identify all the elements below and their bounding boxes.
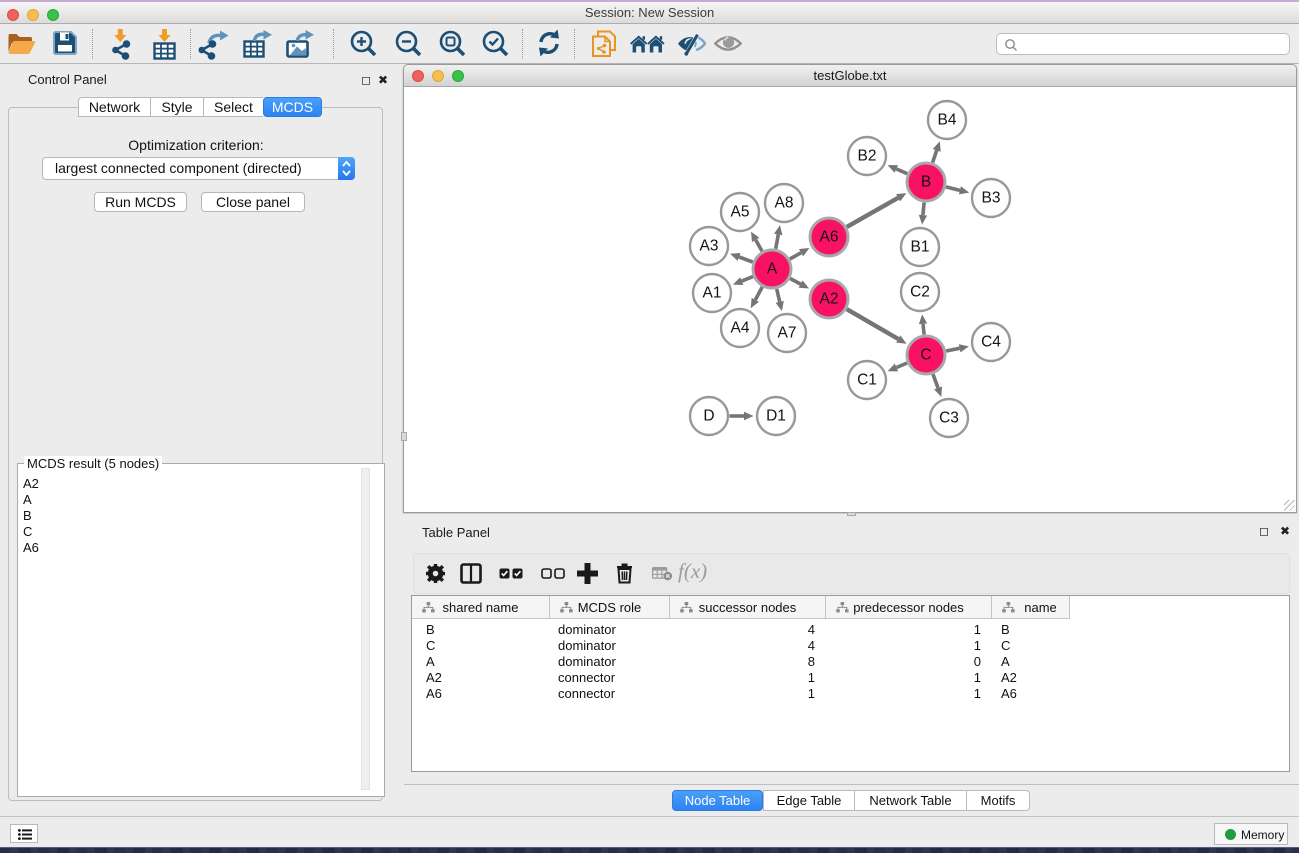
svg-text:A7: A7: [778, 325, 797, 342]
svg-text:B1: B1: [911, 239, 930, 256]
svg-text:A6: A6: [820, 229, 839, 246]
svg-text:D: D: [703, 408, 714, 425]
svg-text:A3: A3: [700, 238, 719, 255]
svg-text:A4: A4: [731, 320, 750, 337]
svg-text:C1: C1: [857, 372, 877, 389]
svg-text:A: A: [767, 261, 778, 278]
svg-text:A5: A5: [731, 204, 750, 221]
svg-text:C: C: [920, 347, 931, 364]
svg-text:A1: A1: [703, 285, 722, 302]
svg-text:B3: B3: [982, 190, 1001, 207]
svg-text:C3: C3: [939, 410, 959, 427]
svg-text:C2: C2: [910, 284, 930, 301]
svg-text:C4: C4: [981, 334, 1001, 351]
svg-text:B2: B2: [858, 148, 877, 165]
svg-text:B4: B4: [938, 112, 957, 129]
svg-text:D1: D1: [766, 408, 786, 425]
svg-text:A8: A8: [775, 195, 794, 212]
svg-text:A2: A2: [820, 291, 839, 308]
svg-text:f(x): f(x): [678, 561, 707, 583]
svg-text:B: B: [921, 174, 931, 191]
